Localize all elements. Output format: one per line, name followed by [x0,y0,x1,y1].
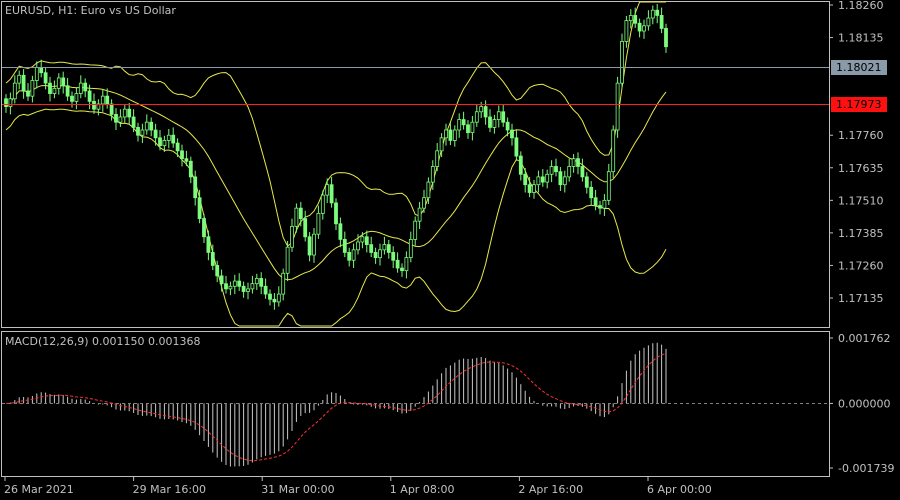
macd-tick-label: -0.001739 [838,462,894,475]
macd-tick-label: 0.001762 [838,332,891,345]
price-tick-label: 1.17260 [838,259,884,272]
time-tick-label: 31 Mar 00:00 [261,483,334,496]
bid-label: 1.18021 [836,61,882,74]
price-tick-label: 1.17135 [838,292,884,305]
candle[interactable] [615,76,620,138]
price-tick-label: 1.18135 [838,32,884,45]
price-tick-label: 1.17635 [838,162,884,175]
time-tick-label: 26 Mar 2021 [4,483,74,496]
level-label: 1.17973 [836,98,882,111]
trading-chart[interactable]: EURUSD, H1: Euro vs US Dollar MACD(12,26… [0,0,900,500]
candle[interactable] [611,125,616,178]
macd-label: MACD(12,26,9) 0.001150 0.001368 [5,335,201,348]
time-tick-label: 29 Mar 16:00 [133,483,206,496]
price-tick-label: 1.17385 [838,227,884,240]
chart-title: EURUSD, H1: Euro vs US Dollar [5,4,176,17]
macd-tick-label: 0.000000 [838,397,891,410]
candle[interactable] [620,33,624,88]
time-tick-label: 1 Apr 08:00 [390,483,455,496]
price-tick-label: 1.17510 [838,194,884,207]
price-tick-label: 1.18260 [838,0,884,12]
time-tick-label: 2 Apr 16:00 [518,483,583,496]
price-tick-label: 1.17760 [838,129,884,142]
time-tick-label: 6 Apr 00:00 [647,483,712,496]
